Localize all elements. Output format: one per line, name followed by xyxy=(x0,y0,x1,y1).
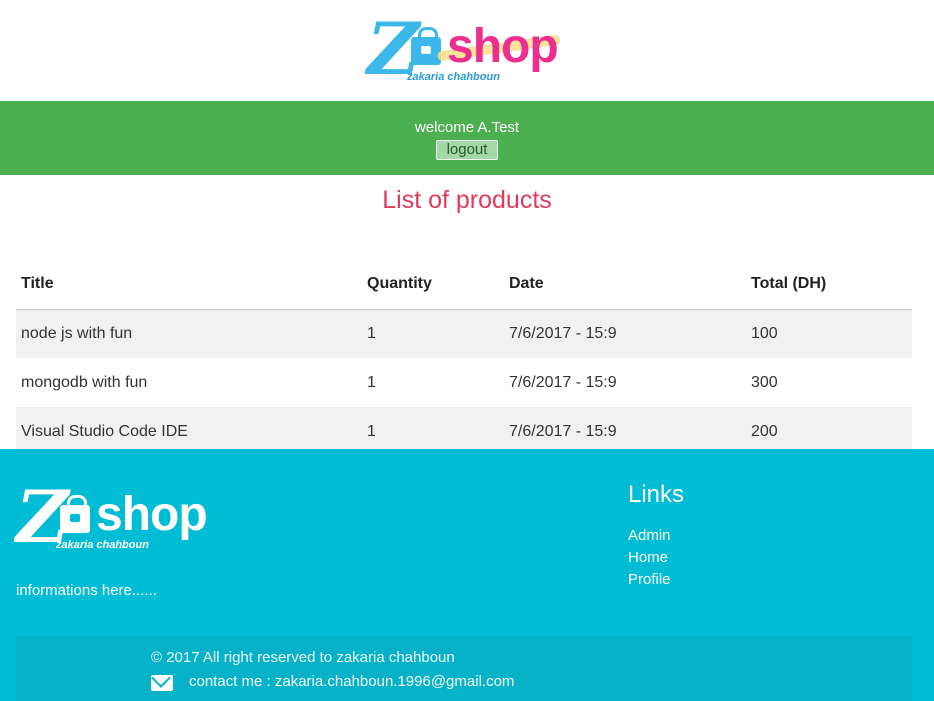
welcome-text: welcome A.Test xyxy=(414,119,520,136)
user-bar: welcome A.Test logout xyxy=(0,101,934,175)
footer-link-home[interactable]: Home xyxy=(628,547,671,569)
cell-title: node js with fun xyxy=(21,324,133,342)
cell-title: mongodb with fun xyxy=(21,373,148,391)
site-header: Z shop zakaria chahboun xyxy=(0,0,934,101)
products-table: Title Quantity Date Total (DH) node js w… xyxy=(16,260,912,456)
contact-text[interactable]: contact me : zakaria.chahboun.1996@gmail… xyxy=(189,673,514,690)
logo-author: zakaria chahboun xyxy=(407,70,500,83)
shopping-bag-icon xyxy=(60,495,90,533)
page-title: List of products xyxy=(382,186,552,214)
footer-link-profile[interactable]: Profile xyxy=(628,569,671,591)
column-header-date: Date xyxy=(504,260,746,310)
cell-total: 300 xyxy=(751,373,778,391)
footer-info: informations here...... xyxy=(16,582,157,599)
cell-quantity: 1 xyxy=(367,324,376,342)
logo-author: zakaria chahboun xyxy=(56,539,149,551)
cell-quantity: 1 xyxy=(367,373,376,391)
footer-bottom: © 2017 All right reserved to zakaria cha… xyxy=(16,636,912,701)
cell-date: 7/6/2017 - 15:9 xyxy=(509,373,617,391)
envelope-icon xyxy=(151,675,173,691)
table-row: node js with fun 1 7/6/2017 - 15:9 100 xyxy=(16,309,912,358)
footer-link-admin[interactable]: Admin xyxy=(628,525,671,547)
table-row: mongodb with fun 1 7/6/2017 - 15:9 300 xyxy=(16,358,912,407)
footer-logo[interactable]: Z shop zakaria chahboun xyxy=(16,477,216,561)
contact-line: contact me : zakaria.chahboun.1996@gmail… xyxy=(151,671,514,691)
column-header-total: Total (DH) xyxy=(746,260,912,310)
shopping-bag-icon xyxy=(411,26,441,65)
table-header-row: Title Quantity Date Total (DH) xyxy=(16,260,912,310)
cell-date: 7/6/2017 - 15:9 xyxy=(509,324,617,342)
site-logo[interactable]: Z shop zakaria chahboun xyxy=(367,9,567,93)
column-header-quantity: Quantity xyxy=(362,260,504,310)
logo-word: shop xyxy=(96,488,208,541)
footer-links-title: Links xyxy=(628,481,685,508)
logo-word: shop xyxy=(447,19,559,73)
copyright-text: © 2017 All right reserved to zakaria cha… xyxy=(151,649,455,666)
site-footer: Z shop zakaria chahboun informations her… xyxy=(0,449,934,701)
logout-button[interactable]: logout xyxy=(435,140,499,160)
footer-links: Admin Home Profile xyxy=(628,525,671,591)
cell-total: 100 xyxy=(751,324,778,342)
column-header-title: Title xyxy=(16,260,362,310)
